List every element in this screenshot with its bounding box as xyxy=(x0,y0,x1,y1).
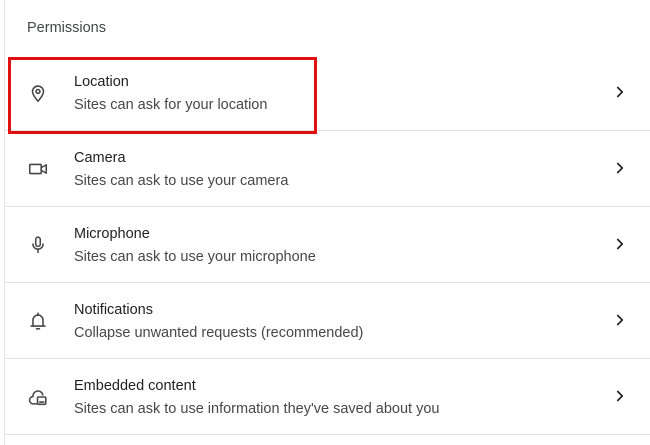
permissions-page: Permissions Location Sites can ask for y… xyxy=(0,0,650,445)
permission-row-notifications[interactable]: Notifications Collapse unwanted requests… xyxy=(5,283,650,359)
permission-description: Sites can ask for your location xyxy=(74,97,268,113)
chevron-right-icon xyxy=(611,235,629,253)
chevron-right-icon xyxy=(611,83,629,101)
chevron-right-icon xyxy=(611,159,629,177)
microphone-icon xyxy=(27,234,49,256)
chevron-right-icon xyxy=(611,311,629,329)
permission-row-embedded-content[interactable]: Embedded content Sites can ask to use in… xyxy=(5,359,650,435)
permissions-list: Location Sites can ask for your location… xyxy=(5,55,650,435)
permission-label: Location xyxy=(74,74,129,90)
permission-label: Embedded content xyxy=(74,378,196,394)
embedded-content-icon xyxy=(27,386,49,408)
permission-description: Sites can ask to use information they've… xyxy=(74,401,440,417)
bell-icon xyxy=(27,310,49,332)
section-title: Permissions xyxy=(27,20,106,36)
location-pin-icon xyxy=(27,82,49,104)
permission-row-location[interactable]: Location Sites can ask for your location xyxy=(5,55,650,131)
camera-icon xyxy=(27,158,49,180)
chevron-right-icon xyxy=(611,387,629,405)
permission-row-camera[interactable]: Camera Sites can ask to use your camera xyxy=(5,131,650,207)
permission-description: Sites can ask to use your camera xyxy=(74,173,289,189)
permission-description: Collapse unwanted requests (recommended) xyxy=(74,325,364,341)
permission-row-microphone[interactable]: Microphone Sites can ask to use your mic… xyxy=(5,207,650,283)
permission-label: Microphone xyxy=(74,226,150,242)
permission-label: Camera xyxy=(74,150,126,166)
permission-description: Sites can ask to use your microphone xyxy=(74,249,316,265)
permission-label: Notifications xyxy=(74,302,153,318)
